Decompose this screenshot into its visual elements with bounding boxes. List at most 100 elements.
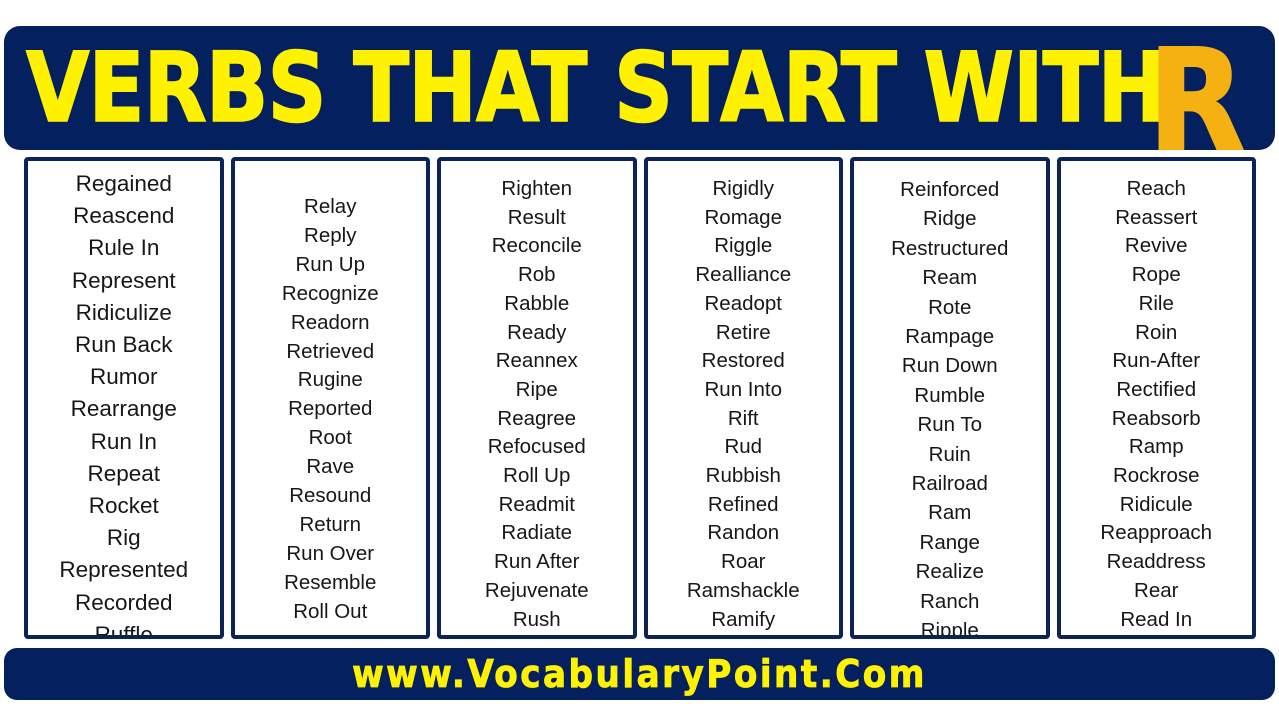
word-item: Represented — [59, 557, 189, 583]
word-item: Rugine — [297, 368, 363, 392]
word-item: Rigidly — [712, 177, 775, 200]
word-item: Reagree — [497, 406, 577, 430]
word-item: Regained — [75, 171, 172, 196]
word-item: Ranch — [920, 589, 980, 613]
word-item: Railroad — [911, 472, 988, 496]
word-item: Ramshackle — [686, 578, 800, 602]
word-item: Realliance — [695, 263, 792, 287]
word-item: Reach — [1126, 177, 1186, 200]
word-item: Reapproach — [1100, 521, 1213, 545]
word-item: Run After — [494, 550, 580, 574]
word-column-6: Reach Reassert Revive Rope Rile Roin Run-After… — [1056, 157, 1256, 639]
word-item: Rote — [928, 295, 972, 319]
word-item: Rocket — [88, 493, 159, 519]
word-item: Randon — [707, 521, 780, 545]
word-item: Run In — [90, 428, 157, 454]
word-item: Ridge — [922, 207, 977, 231]
word-item: Radiate — [501, 521, 573, 545]
word-item: Rob — [517, 263, 556, 287]
word-item: Rejuvenate — [484, 578, 589, 602]
word-item: Restored — [701, 349, 785, 373]
word-item: Refocused — [487, 435, 586, 459]
word-item: Ram — [928, 501, 972, 525]
word-item: Return — [299, 512, 362, 536]
word-item: Run Into — [704, 377, 783, 401]
word-column-4: Rigidly Romage Riggle Realliance Readopt Reti… — [643, 157, 843, 639]
header-content: VERBS THAT START WITH — [4, 26, 1275, 150]
word-item: Reinforced — [900, 178, 1000, 201]
header-banner: VERBS THAT START WITH R — [4, 26, 1275, 150]
word-item: Ridicule — [1119, 492, 1193, 516]
word-item: Readorn — [290, 310, 370, 334]
word-item: Rig — [106, 525, 141, 551]
word-item: Rush — [512, 607, 561, 631]
word-item: Readmit — [498, 492, 575, 516]
word-item: Reply — [304, 223, 357, 247]
word-item: Rope — [1131, 263, 1181, 287]
word-item: Rear — [1134, 578, 1179, 602]
word-item: Rile — [1138, 291, 1174, 315]
word-item: Ramify — [711, 607, 776, 631]
word-column-5: Reinforced Ridge Restructured Ream Rote Rampa… — [850, 157, 1050, 639]
word-item: Ripe — [515, 377, 558, 401]
word-item: Run Up — [295, 252, 365, 276]
word-item: Reabsorb — [1111, 406, 1201, 430]
word-item: Reassert — [1115, 205, 1198, 229]
word-item: Riggle — [714, 234, 773, 258]
word-item: Rud — [724, 435, 763, 459]
word-item: Roar — [721, 550, 766, 574]
word-item: Ridiculize — [75, 299, 172, 325]
word-item: Realize — [915, 560, 984, 584]
word-item: Rule In — [88, 235, 160, 261]
word-item: Ready — [507, 320, 567, 344]
word-column-1: Regained Reascend Rule In Represent Ridiculi… — [24, 157, 224, 639]
word-item: Ruin — [928, 442, 971, 466]
word-item: Roin — [1135, 320, 1178, 344]
word-item: Ripple — [920, 619, 979, 639]
word-item: Run-After — [1112, 349, 1201, 373]
word-item: Roll Out — [293, 599, 368, 623]
word-item: Recorded — [74, 589, 173, 615]
word-item: Romage — [704, 205, 783, 229]
word-item: Run Over — [286, 541, 375, 565]
word-item: Range — [919, 530, 980, 554]
word-item: Run Back — [74, 332, 173, 358]
word-item: Rumble — [914, 383, 986, 407]
word-item: Resemble — [284, 570, 377, 594]
page-title: VERBS THAT START WITH — [25, 32, 1167, 144]
word-item: Rabble — [504, 291, 570, 315]
word-item: Righten — [501, 177, 573, 200]
word-item: Retrieved — [286, 339, 375, 363]
title-accent-letter: R — [1147, 26, 1246, 151]
word-item: Reported — [288, 397, 373, 421]
word-item: Rift — [727, 406, 759, 430]
word-item: Readdress — [1106, 550, 1206, 574]
word-item: Ruffle — [94, 621, 153, 639]
word-item: Roll Up — [503, 464, 571, 488]
word-item: Rave — [306, 455, 355, 479]
word-item: Recognize — [281, 281, 379, 305]
word-item: Read In — [1120, 607, 1193, 631]
word-column-2: Relay Reply Run Up Recognize Readorn Retrieve… — [230, 157, 430, 639]
word-item: Retire — [715, 320, 771, 344]
word-item: Rectified — [1116, 377, 1197, 401]
word-item: Resound — [289, 484, 372, 508]
word-item: Ream — [922, 266, 978, 290]
word-item: Readopt — [704, 291, 782, 315]
word-item: Refined — [707, 492, 779, 516]
word-item: Run Down — [901, 354, 998, 378]
word-item: Rubbish — [705, 464, 781, 488]
word-item: Restructured — [891, 236, 1009, 260]
word-column-3: Righten Result Reconcile Rob Rabble Ready Rean… — [437, 157, 637, 639]
word-item: Rockrose — [1112, 464, 1200, 488]
word-item: Rumor — [89, 364, 158, 390]
word-item: Revive — [1124, 234, 1188, 258]
word-item: Rampage — [905, 325, 995, 349]
word-item: Repeat — [87, 460, 161, 486]
word-item: Reconcile — [491, 234, 582, 258]
word-item: Relay — [304, 195, 357, 218]
word-list-grid: Regained Reascend Rule In Represent Ridiculi… — [24, 157, 1256, 639]
word-item: Rearrange — [70, 396, 177, 422]
word-item: Result — [507, 205, 566, 229]
word-item: Root — [308, 426, 352, 450]
